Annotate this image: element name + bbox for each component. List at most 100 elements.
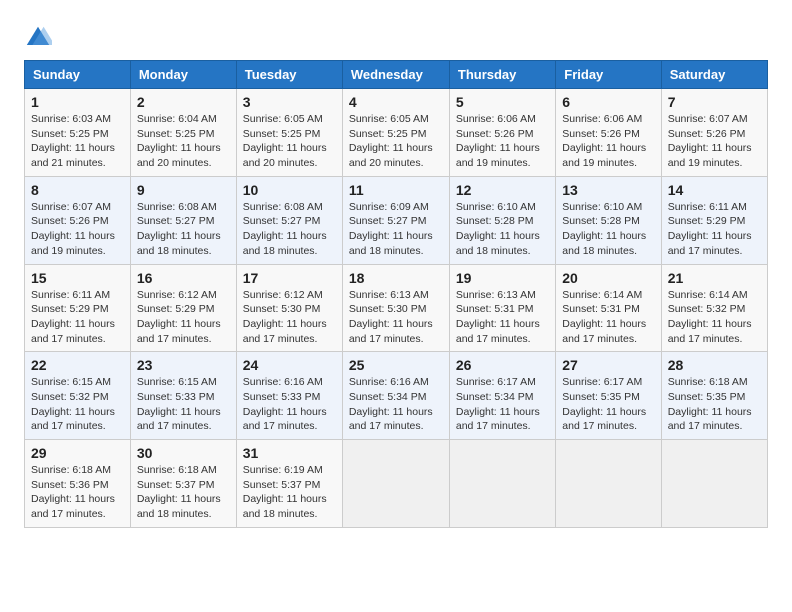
day-info: Sunrise: 6:06 AM Sunset: 5:26 PM Dayligh… [562, 112, 654, 171]
day-info: Sunrise: 6:18 AM Sunset: 5:36 PM Dayligh… [31, 463, 124, 522]
calendar-cell [449, 440, 555, 528]
day-info: Sunrise: 6:08 AM Sunset: 5:27 PM Dayligh… [243, 200, 336, 259]
day-number: 26 [456, 357, 549, 373]
day-info: Sunrise: 6:17 AM Sunset: 5:35 PM Dayligh… [562, 375, 654, 434]
calendar-cell: 10 Sunrise: 6:08 AM Sunset: 5:27 PM Dayli… [236, 176, 342, 264]
column-header-wednesday: Wednesday [342, 61, 449, 89]
column-header-tuesday: Tuesday [236, 61, 342, 89]
day-info: Sunrise: 6:08 AM Sunset: 5:27 PM Dayligh… [137, 200, 230, 259]
day-number: 1 [31, 94, 124, 110]
calendar-table: SundayMondayTuesdayWednesdayThursdayFrid… [24, 60, 768, 528]
day-info: Sunrise: 6:05 AM Sunset: 5:25 PM Dayligh… [349, 112, 443, 171]
day-info: Sunrise: 6:18 AM Sunset: 5:35 PM Dayligh… [668, 375, 761, 434]
calendar-cell: 15 Sunrise: 6:11 AM Sunset: 5:29 PM Dayli… [25, 264, 131, 352]
day-info: Sunrise: 6:15 AM Sunset: 5:32 PM Dayligh… [31, 375, 124, 434]
calendar-cell: 26 Sunrise: 6:17 AM Sunset: 5:34 PM Dayli… [449, 352, 555, 440]
calendar-cell: 18 Sunrise: 6:13 AM Sunset: 5:30 PM Dayli… [342, 264, 449, 352]
day-info: Sunrise: 6:17 AM Sunset: 5:34 PM Dayligh… [456, 375, 549, 434]
day-number: 13 [562, 182, 654, 198]
logo-icon [24, 24, 52, 52]
day-info: Sunrise: 6:18 AM Sunset: 5:37 PM Dayligh… [137, 463, 230, 522]
calendar-cell: 9 Sunrise: 6:08 AM Sunset: 5:27 PM Daylig… [130, 176, 236, 264]
day-number: 7 [668, 94, 761, 110]
day-info: Sunrise: 6:13 AM Sunset: 5:31 PM Dayligh… [456, 288, 549, 347]
day-info: Sunrise: 6:07 AM Sunset: 5:26 PM Dayligh… [31, 200, 124, 259]
day-info: Sunrise: 6:13 AM Sunset: 5:30 PM Dayligh… [349, 288, 443, 347]
day-number: 10 [243, 182, 336, 198]
calendar-cell: 7 Sunrise: 6:07 AM Sunset: 5:26 PM Daylig… [661, 89, 767, 177]
day-info: Sunrise: 6:06 AM Sunset: 5:26 PM Dayligh… [456, 112, 549, 171]
calendar-cell: 14 Sunrise: 6:11 AM Sunset: 5:29 PM Dayli… [661, 176, 767, 264]
calendar-cell: 20 Sunrise: 6:14 AM Sunset: 5:31 PM Dayli… [556, 264, 661, 352]
calendar-cell: 27 Sunrise: 6:17 AM Sunset: 5:35 PM Dayli… [556, 352, 661, 440]
calendar-cell: 30 Sunrise: 6:18 AM Sunset: 5:37 PM Dayli… [130, 440, 236, 528]
day-number: 30 [137, 445, 230, 461]
calendar-cell: 16 Sunrise: 6:12 AM Sunset: 5:29 PM Dayli… [130, 264, 236, 352]
day-number: 15 [31, 270, 124, 286]
day-number: 2 [137, 94, 230, 110]
day-info: Sunrise: 6:10 AM Sunset: 5:28 PM Dayligh… [456, 200, 549, 259]
calendar-cell: 13 Sunrise: 6:10 AM Sunset: 5:28 PM Dayli… [556, 176, 661, 264]
column-header-thursday: Thursday [449, 61, 555, 89]
day-number: 31 [243, 445, 336, 461]
calendar-header-row: SundayMondayTuesdayWednesdayThursdayFrid… [25, 61, 768, 89]
day-info: Sunrise: 6:12 AM Sunset: 5:29 PM Dayligh… [137, 288, 230, 347]
day-number: 5 [456, 94, 549, 110]
day-number: 9 [137, 182, 230, 198]
day-info: Sunrise: 6:11 AM Sunset: 5:29 PM Dayligh… [31, 288, 124, 347]
column-header-saturday: Saturday [661, 61, 767, 89]
calendar-cell: 6 Sunrise: 6:06 AM Sunset: 5:26 PM Daylig… [556, 89, 661, 177]
calendar-cell: 3Sunrise: 6:05 AM Sunset: 5:25 PM Daylig… [236, 89, 342, 177]
day-info: Sunrise: 6:11 AM Sunset: 5:29 PM Dayligh… [668, 200, 761, 259]
day-number: 20 [562, 270, 654, 286]
day-info: Sunrise: 6:03 AM Sunset: 5:25 PM Dayligh… [31, 112, 124, 171]
calendar-cell: 1 Sunrise: 6:03 AM Sunset: 5:25 PM Daylig… [25, 89, 131, 177]
day-number: 27 [562, 357, 654, 373]
calendar-cell [342, 440, 449, 528]
day-info: Sunrise: 6:14 AM Sunset: 5:31 PM Dayligh… [562, 288, 654, 347]
day-info: Sunrise: 6:05 AM Sunset: 5:25 PM Dayligh… [243, 112, 336, 171]
calendar-cell: 17Sunrise: 6:12 AM Sunset: 5:30 PM Dayli… [236, 264, 342, 352]
day-number: 17 [243, 270, 336, 286]
day-number: 23 [137, 357, 230, 373]
calendar-week-5: 29 Sunrise: 6:18 AM Sunset: 5:36 PM Dayli… [25, 440, 768, 528]
calendar-cell: 4 Sunrise: 6:05 AM Sunset: 5:25 PM Daylig… [342, 89, 449, 177]
day-info: Sunrise: 6:04 AM Sunset: 5:25 PM Dayligh… [137, 112, 230, 171]
day-info: Sunrise: 6:15 AM Sunset: 5:33 PM Dayligh… [137, 375, 230, 434]
day-info: Sunrise: 6:07 AM Sunset: 5:26 PM Dayligh… [668, 112, 761, 171]
day-info: Sunrise: 6:19 AM Sunset: 5:37 PM Dayligh… [243, 463, 336, 522]
calendar-cell: 12 Sunrise: 6:10 AM Sunset: 5:28 PM Dayli… [449, 176, 555, 264]
column-header-sunday: Sunday [25, 61, 131, 89]
day-number: 12 [456, 182, 549, 198]
column-header-monday: Monday [130, 61, 236, 89]
calendar-cell: 2 Sunrise: 6:04 AM Sunset: 5:25 PM Daylig… [130, 89, 236, 177]
day-number: 19 [456, 270, 549, 286]
day-number: 25 [349, 357, 443, 373]
day-number: 16 [137, 270, 230, 286]
day-info: Sunrise: 6:09 AM Sunset: 5:27 PM Dayligh… [349, 200, 443, 259]
calendar-cell: 29 Sunrise: 6:18 AM Sunset: 5:36 PM Dayli… [25, 440, 131, 528]
day-number: 4 [349, 94, 443, 110]
calendar-cell: 31 Sunrise: 6:19 AM Sunset: 5:37 PM Dayli… [236, 440, 342, 528]
calendar-cell: 5 Sunrise: 6:06 AM Sunset: 5:26 PM Daylig… [449, 89, 555, 177]
calendar-cell: 24 Sunrise: 6:16 AM Sunset: 5:33 PM Dayli… [236, 352, 342, 440]
day-info: Sunrise: 6:16 AM Sunset: 5:33 PM Dayligh… [243, 375, 336, 434]
day-info: Sunrise: 6:16 AM Sunset: 5:34 PM Dayligh… [349, 375, 443, 434]
day-number: 24 [243, 357, 336, 373]
calendar-cell [556, 440, 661, 528]
logo [24, 24, 56, 52]
day-number: 21 [668, 270, 761, 286]
calendar-cell [661, 440, 767, 528]
calendar-week-3: 15 Sunrise: 6:11 AM Sunset: 5:29 PM Dayli… [25, 264, 768, 352]
day-number: 18 [349, 270, 443, 286]
day-number: 11 [349, 182, 443, 198]
calendar-cell: 25 Sunrise: 6:16 AM Sunset: 5:34 PM Dayli… [342, 352, 449, 440]
calendar-week-4: 22Sunrise: 6:15 AM Sunset: 5:32 PM Dayli… [25, 352, 768, 440]
day-number: 14 [668, 182, 761, 198]
calendar-cell: 11 Sunrise: 6:09 AM Sunset: 5:27 PM Dayli… [342, 176, 449, 264]
day-number: 29 [31, 445, 124, 461]
day-number: 6 [562, 94, 654, 110]
calendar-cell: 21Sunrise: 6:14 AM Sunset: 5:32 PM Dayli… [661, 264, 767, 352]
day-number: 8 [31, 182, 124, 198]
day-info: Sunrise: 6:10 AM Sunset: 5:28 PM Dayligh… [562, 200, 654, 259]
